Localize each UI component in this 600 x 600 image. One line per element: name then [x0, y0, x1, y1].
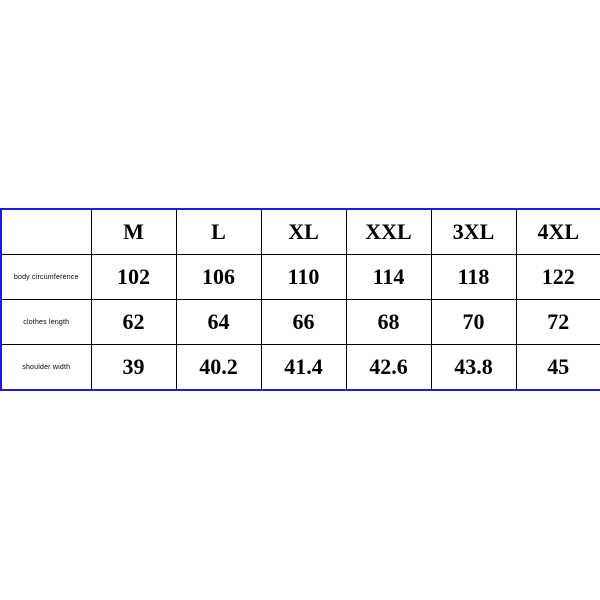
col-header: L [176, 209, 261, 255]
row-label: shoulder width [1, 345, 91, 391]
cell: 42.6 [346, 345, 431, 391]
cell: 106 [176, 255, 261, 300]
table-header-row: M L XL XXL 3XL 4XL [1, 209, 600, 255]
header-corner-blank [1, 209, 91, 255]
col-header: XXL [346, 209, 431, 255]
cell: 39 [91, 345, 176, 391]
cell: 66 [261, 300, 346, 345]
table-row: clothes length 62 64 66 68 70 72 [1, 300, 600, 345]
cell: 122 [516, 255, 600, 300]
cell: 64 [176, 300, 261, 345]
row-label: body circumference [1, 255, 91, 300]
cell: 70 [431, 300, 516, 345]
cell: 68 [346, 300, 431, 345]
cell: 72 [516, 300, 600, 345]
cell: 114 [346, 255, 431, 300]
table-row: body circumference 102 106 110 114 118 1… [1, 255, 600, 300]
col-header: M [91, 209, 176, 255]
cell: 40.2 [176, 345, 261, 391]
cell: 110 [261, 255, 346, 300]
size-chart-table: M L XL XXL 3XL 4XL body circumference 10… [0, 208, 600, 391]
size-chart-container: M L XL XXL 3XL 4XL body circumference 10… [0, 208, 600, 391]
col-header: XL [261, 209, 346, 255]
cell: 102 [91, 255, 176, 300]
cell: 41.4 [261, 345, 346, 391]
row-label: clothes length [1, 300, 91, 345]
col-header: 4XL [516, 209, 600, 255]
cell: 118 [431, 255, 516, 300]
cell: 45 [516, 345, 600, 391]
table-row: shoulder width 39 40.2 41.4 42.6 43.8 45 [1, 345, 600, 391]
col-header: 3XL [431, 209, 516, 255]
cell: 62 [91, 300, 176, 345]
cell: 43.8 [431, 345, 516, 391]
